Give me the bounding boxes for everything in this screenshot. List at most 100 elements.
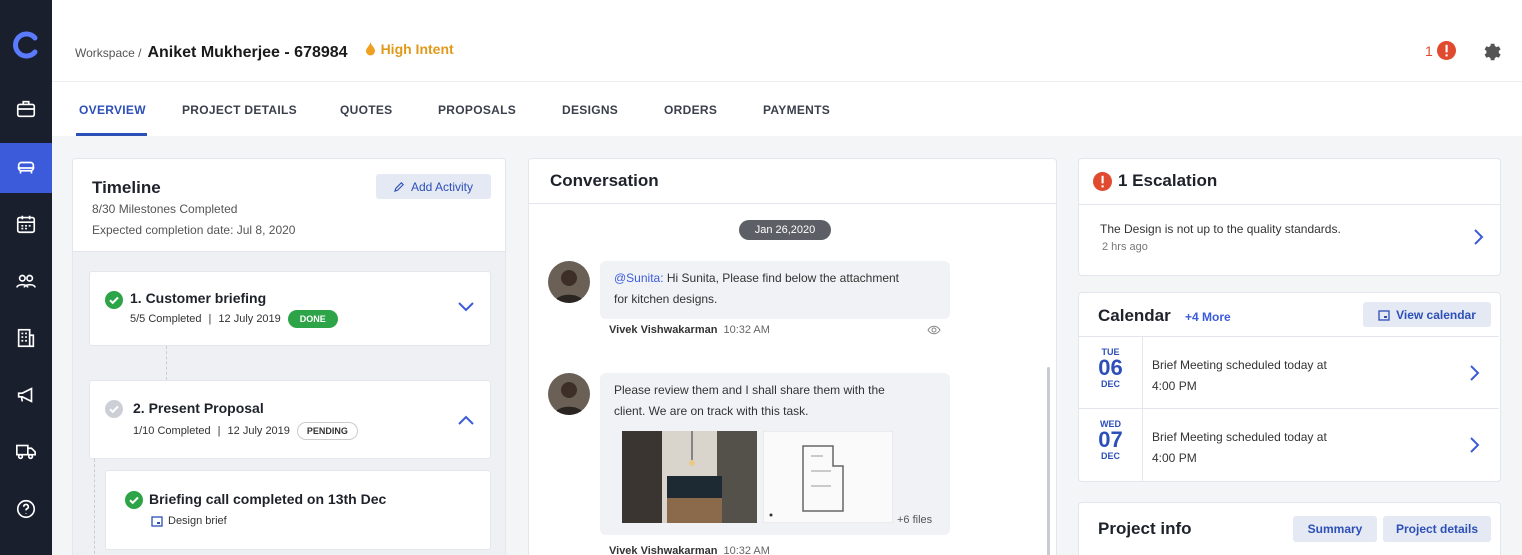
breadcrumb-workspace[interactable]: Workspace / <box>75 46 141 60</box>
tab-proposals[interactable]: PROPOSALS <box>438 103 516 117</box>
conversation-title: Conversation <box>550 171 659 190</box>
calendar-small-icon <box>151 516 163 527</box>
status-badge: PENDING <box>296 422 358 440</box>
briefcase-icon <box>16 100 36 118</box>
milestone-meta: 1/10 Completed | 12 July 2019 PENDING <box>133 422 358 440</box>
mention[interactable]: @Sunita: <box>614 271 664 285</box>
event-line: 4:00 PM <box>1152 379 1197 393</box>
avatar[interactable] <box>548 261 590 303</box>
chevron-down-icon[interactable] <box>458 302 474 312</box>
nav-megaphone[interactable] <box>0 370 52 420</box>
milestone-meta: 5/5 Completed | 12 July 2019 DONE <box>130 310 338 328</box>
calendar-small-icon <box>1378 309 1390 321</box>
event-date: WED 07 DEC <box>1079 409 1143 481</box>
divider <box>1079 204 1500 205</box>
tab-overview[interactable]: OVERVIEW <box>79 103 146 117</box>
sofa-icon <box>17 161 35 174</box>
activity-item[interactable]: Briefing call completed on 13th Dec Desi… <box>105 470 491 550</box>
date-divider: Jan 26,2020 <box>739 220 831 240</box>
nav-building[interactable] <box>0 313 52 363</box>
alerts[interactable]: 1 <box>1425 41 1456 60</box>
event-day: 07 <box>1098 427 1123 452</box>
tab-payments[interactable]: PAYMENTS <box>763 103 830 117</box>
conversation-scrollbar[interactable] <box>1047 367 1050 555</box>
escalation-text[interactable]: The Design is not up to the quality stan… <box>1100 222 1341 236</box>
more-files-label[interactable]: +6 files <box>897 510 932 531</box>
project-info-title: Project info <box>1098 519 1192 538</box>
chevron-right-icon[interactable] <box>1470 365 1480 381</box>
floorplan-attachment[interactable] <box>763 431 893 523</box>
chevron-up-icon[interactable] <box>458 415 474 425</box>
message-time: 10:32 AM <box>723 545 770 555</box>
intent-badge: High Intent <box>364 41 454 57</box>
milestones-completed: 8/30 Milestones Completed <box>92 202 238 216</box>
nav-briefcase[interactable] <box>0 84 52 134</box>
event-date: TUE 06 DEC <box>1079 337 1143 409</box>
nav-truck[interactable] <box>0 426 52 476</box>
alert-icon <box>1436 41 1456 60</box>
project-details-button[interactable]: Project details <box>1383 516 1491 542</box>
active-tab-indicator <box>76 133 147 136</box>
event-description: Brief Meeting scheduled today at 4:00 PM <box>1152 427 1327 469</box>
settings-gear-icon[interactable] <box>1480 41 1502 63</box>
message-bubble: Please review them and I shall share the… <box>600 373 950 535</box>
timeline-connector <box>166 346 167 380</box>
tab-quotes[interactable]: QUOTES <box>340 103 392 117</box>
header: Workspace / Aniket Mukherjee - 678984 Hi… <box>52 0 1522 82</box>
view-calendar-button[interactable]: View calendar <box>1363 302 1491 327</box>
calendar-event[interactable]: WED 07 DEC Brief Meeting scheduled today… <box>1079 408 1499 481</box>
pencil-icon <box>394 182 404 192</box>
nav-calendar[interactable] <box>0 199 52 249</box>
activity-title: Briefing call completed on 13th Dec <box>149 491 387 507</box>
calendar-card: Calendar +4 More View calendar TUE 06 DE… <box>1078 292 1501 482</box>
users-icon <box>16 274 36 288</box>
tab-designs[interactable]: DESIGNS <box>562 103 618 117</box>
check-circle-icon <box>125 491 143 509</box>
chevron-right-icon[interactable] <box>1474 229 1484 245</box>
message-line: client. We are on track with this task. <box>614 404 809 418</box>
flame-icon <box>365 41 375 55</box>
app-logo[interactable] <box>10 29 42 61</box>
event-month: DEC <box>1100 379 1120 389</box>
tab-bar: OVERVIEW PROJECT DETAILS QUOTES PROPOSAL… <box>52 82 1522 136</box>
message-time: 10:32 AM <box>723 324 770 336</box>
message-sender: Vivek Vishwakarman 10:32 AM <box>609 545 770 555</box>
megaphone-icon <box>17 387 33 403</box>
kitchen-photo-attachment[interactable] <box>622 431 757 523</box>
avatar[interactable] <box>548 373 590 415</box>
sender-name: Vivek Vishwakarman <box>609 324 718 336</box>
chevron-right-icon[interactable] <box>1470 437 1480 453</box>
tab-project-details[interactable]: PROJECT DETAILS <box>182 103 297 117</box>
alert-count: 1 <box>1425 42 1433 59</box>
conversation-panel: Conversation Jan 26,2020 @Sunita: Hi Sun… <box>528 158 1057 555</box>
conversation-header: Conversation <box>529 159 1056 204</box>
meta-separator: | <box>217 425 221 437</box>
add-activity-button[interactable]: Add Activity <box>376 174 491 199</box>
summary-button[interactable]: Summary <box>1293 516 1377 542</box>
timeline-connector <box>94 459 95 555</box>
milestone-present-proposal[interactable]: 2. Present Proposal 1/10 Completed | 12 … <box>89 380 491 459</box>
seen-eye-icon <box>927 325 941 335</box>
timeline-header: Timeline 8/30 Milestones Completed Expec… <box>73 159 505 252</box>
tab-orders[interactable]: ORDERS <box>664 103 717 117</box>
nav-sofa[interactable] <box>0 143 52 193</box>
page-title: Aniket Mukherjee - 678984 <box>147 43 348 61</box>
add-activity-label: Add Activity <box>410 179 474 194</box>
event-line: Brief Meeting scheduled today at <box>1152 430 1327 444</box>
nav-help[interactable] <box>0 484 52 534</box>
milestone-customer-briefing[interactable]: 1. Customer briefing 5/5 Completed | 12 … <box>89 271 491 346</box>
event-day: 06 <box>1098 355 1123 380</box>
status-badge: DONE <box>287 310 338 328</box>
activity-tag[interactable]: Design brief <box>151 515 227 527</box>
truck-icon <box>16 444 36 460</box>
calendar-icon <box>16 215 36 234</box>
intent-label: High Intent <box>380 41 454 57</box>
message-sender: Vivek Vishwakarman 10:32 AM <box>609 324 770 336</box>
building-icon <box>17 328 35 348</box>
nav-users[interactable] <box>0 256 52 306</box>
escalation-card: 1 Escalation The Design is not up to the… <box>1078 158 1501 276</box>
calendar-more-link[interactable]: +4 More <box>1185 310 1231 324</box>
message-text: Hi Sunita, Please find below the attachm… <box>663 271 900 285</box>
calendar-event[interactable]: TUE 06 DEC Brief Meeting scheduled today… <box>1079 336 1499 409</box>
message-line: Please review them and I shall share the… <box>614 383 885 397</box>
